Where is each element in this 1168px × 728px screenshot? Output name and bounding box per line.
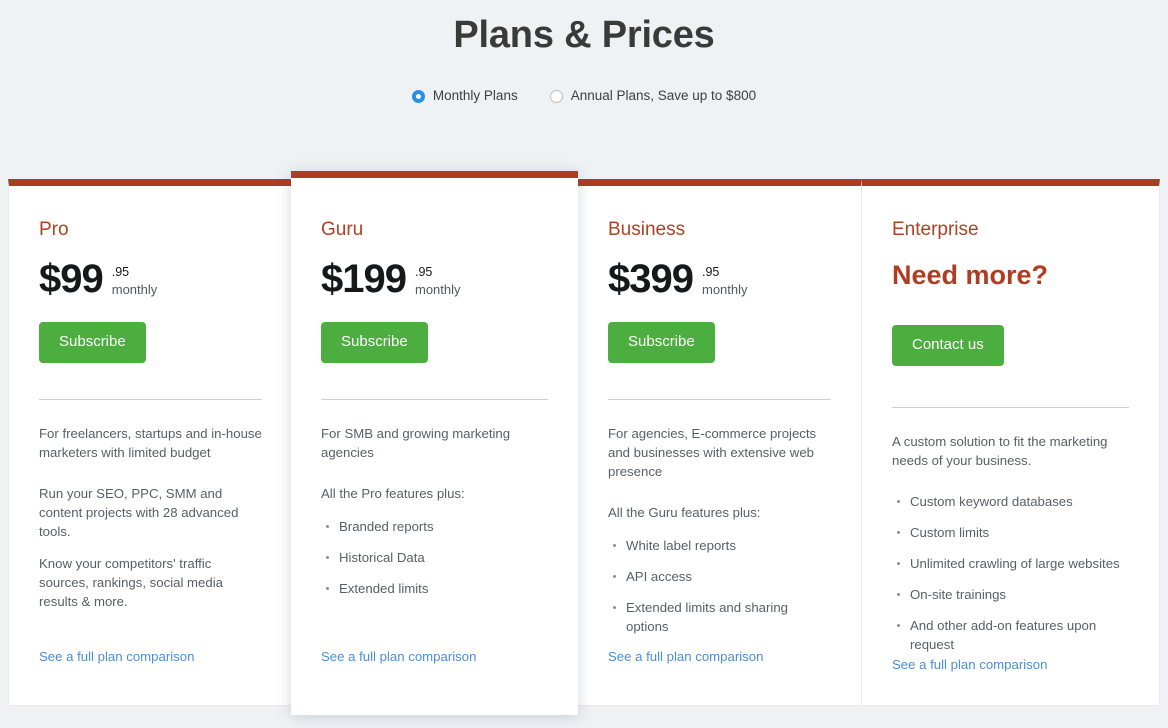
plan-blurb-guru: For SMB and growing marketing agencies	[321, 424, 548, 462]
features-list-guru: Branded reports Historical Data Extended…	[321, 517, 548, 598]
price-period: monthly	[112, 282, 158, 297]
plan-blurb-business: For agencies, E-commerce projects and bu…	[608, 424, 831, 481]
plan-comparison-link-business[interactable]: See a full plan comparison	[608, 648, 763, 666]
pricing-card-pro: Pro $99 .95 monthly Subscribe For freela…	[8, 179, 293, 706]
pricing-cards-row: Pro $99 .95 monthly Subscribe For freela…	[8, 179, 1160, 706]
feature-item: On-site trainings	[910, 585, 1129, 604]
feature-item: And other add-on features upon request	[910, 616, 1129, 654]
feature-item: Unlimited crawling of large websites	[910, 554, 1129, 573]
plan-paragraph: Know your competitors' traffic sources, …	[39, 554, 262, 611]
features-list-business: White label reports API access Extended …	[608, 536, 831, 636]
feature-item: White label reports	[626, 536, 831, 555]
subscribe-button-business[interactable]: Subscribe	[608, 322, 715, 363]
plan-paragraph: Run your SEO, PPC, SMM and content proje…	[39, 484, 262, 541]
features-heading-guru: All the Pro features plus:	[321, 484, 548, 503]
plan-name-pro: Pro	[39, 219, 262, 241]
feature-item: Custom limits	[910, 523, 1129, 542]
plan-name-guru: Guru	[321, 219, 548, 241]
price-cents: .95	[702, 265, 719, 279]
price-amount: $99	[39, 259, 103, 300]
contact-us-button[interactable]: Contact us	[892, 325, 1004, 366]
price-amount: $199	[321, 259, 406, 300]
plan-price-guru: $199 .95 monthly	[321, 259, 548, 307]
pricing-card-enterprise: Enterprise Need more? Contact us A custo…	[861, 179, 1160, 706]
billing-period-toggle: Monthly Plans Annual Plans, Save up to $…	[0, 88, 1168, 104]
plan-comparison-link-guru[interactable]: See a full plan comparison	[321, 648, 476, 666]
divider	[321, 399, 548, 400]
feature-item: API access	[626, 567, 831, 586]
pricing-card-guru: Guru $199 .95 monthly Subscribe For SMB …	[291, 171, 578, 715]
feature-item: Custom keyword databases	[910, 492, 1129, 511]
radio-label-monthly: Monthly Plans	[433, 88, 518, 104]
divider	[892, 407, 1129, 408]
radio-selected-icon[interactable]	[412, 90, 425, 103]
radio-unselected-icon[interactable]	[550, 90, 563, 103]
plan-comparison-link-enterprise[interactable]: See a full plan comparison	[892, 656, 1047, 674]
radio-label-annual: Annual Plans, Save up to $800	[571, 88, 756, 104]
price-period: monthly	[415, 282, 461, 297]
feature-item: Extended limits	[339, 579, 548, 598]
price-cents: .95	[112, 265, 129, 279]
pricing-card-business: Business $399 .95 monthly Subscribe For …	[577, 179, 862, 706]
price-cents: .95	[415, 265, 432, 279]
feature-item: Historical Data	[339, 548, 548, 567]
feature-item: Branded reports	[339, 517, 548, 536]
subscribe-button-pro[interactable]: Subscribe	[39, 322, 146, 363]
plan-blurb-pro: For freelancers, startups and in-house m…	[39, 424, 262, 462]
features-heading-business: All the Guru features plus:	[608, 503, 831, 522]
plan-price-business: $399 .95 monthly	[608, 259, 831, 307]
plan-comparison-link-pro[interactable]: See a full plan comparison	[39, 648, 194, 666]
features-list-enterprise: Custom keyword databases Custom limits U…	[892, 492, 1129, 654]
plan-blurb-enterprise: A custom solution to fit the marketing n…	[892, 432, 1129, 470]
radio-option-annual[interactable]: Annual Plans, Save up to $800	[550, 88, 756, 104]
subscribe-button-guru[interactable]: Subscribe	[321, 322, 428, 363]
enterprise-headline: Need more?	[892, 259, 1129, 307]
price-amount: $399	[608, 259, 693, 300]
plan-name-enterprise: Enterprise	[892, 219, 1129, 241]
price-period: monthly	[702, 282, 748, 297]
radio-option-monthly[interactable]: Monthly Plans	[412, 88, 518, 104]
feature-item: Extended limits and sharing options	[626, 598, 831, 636]
divider	[608, 399, 831, 400]
plan-name-business: Business	[608, 219, 831, 241]
page-title: Plans & Prices	[0, 0, 1168, 58]
plan-price-pro: $99 .95 monthly	[39, 259, 262, 307]
divider	[39, 399, 262, 400]
